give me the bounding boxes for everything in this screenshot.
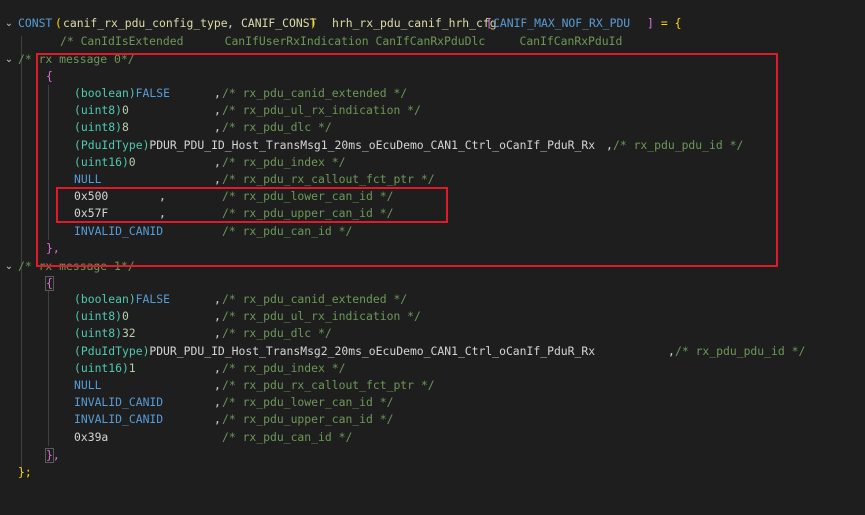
- field-comment: /* rx_pdu_canid_extended */: [222, 292, 408, 306]
- field-comment: /* rx_pdu_ul_rx_indication */: [222, 309, 421, 324]
- close-brace: },: [46, 448, 60, 462]
- assign-open: = {: [654, 16, 682, 30]
- type-cast: (uint16): [74, 360, 129, 375]
- open-brace: {: [46, 276, 53, 290]
- field-value: FALSE: [135, 292, 170, 306]
- separator-comma: ,: [214, 326, 221, 341]
- field-comment: /* rx_pdu_can_id */: [222, 429, 353, 444]
- highlight-box-can-id-range: [56, 187, 448, 223]
- field-comment: /* rx_pdu_lower_can_id */: [222, 395, 394, 410]
- type-cast: (uint8): [74, 326, 123, 341]
- separator-comma: ,: [214, 378, 221, 392]
- chevron-down-icon[interactable]: ⌄: [4, 51, 14, 68]
- type-cast: (PduIdType): [74, 343, 150, 358]
- code-line-field[interactable]: (boolean) FALSE,/* rx_pdu_canid_extended …: [0, 291, 865, 308]
- bracket: [: [486, 16, 493, 30]
- size-macro: CANIF_MAX_NOF_RX_PDU: [493, 16, 631, 30]
- code-line-field[interactable]: (PduIdType) PDUR_PDU_ID_Host_TransMsg2_20…: [0, 343, 865, 360]
- separator-comma: ,: [214, 412, 221, 427]
- highlight-box-message0: [36, 53, 778, 267]
- code-line-field[interactable]: NULL,/* rx_pdu_rx_callout_fct_ptr */: [0, 377, 865, 394]
- code-line-field[interactable]: (uint8) 0,/* rx_pdu_ul_rx_indication */: [0, 308, 865, 325]
- field-comment: /* rx_pdu_pdu_id */: [675, 343, 806, 358]
- keyword-const: CONST: [18, 16, 53, 30]
- field-comment: /* rx_pdu_dlc */: [222, 326, 332, 341]
- bracket: ]: [647, 16, 654, 30]
- header-comment: /* CanIdIsExtended CanIfUserRxIndication…: [60, 34, 623, 48]
- chevron-down-icon[interactable]: ⌄: [4, 15, 14, 32]
- separator-comma: ,: [214, 395, 221, 410]
- code-editor[interactable]: ⌄ CONST ( canif_rx_pdu_config_type , CAN…: [0, 0, 865, 504]
- separator-comma: ,: [668, 343, 675, 358]
- code-line-message1-open[interactable]: {: [0, 275, 865, 292]
- field-value: 0x39a: [74, 429, 109, 444]
- separator-comma: ,: [214, 360, 221, 375]
- field-comment: /* rx_pdu_upper_can_id */: [222, 412, 394, 427]
- const-macro: CANIF_CONST: [241, 16, 317, 30]
- type-cast: (uint8): [74, 309, 123, 324]
- field-value: 0: [121, 309, 129, 324]
- field-value: NULL: [74, 378, 102, 392]
- code-line-closing[interactable]: };: [0, 464, 865, 481]
- comma: ,: [227, 16, 234, 30]
- closing-brace: };: [18, 465, 32, 479]
- field-value: PDUR_PDU_ID_Host_TransMsg2_20ms_oEcuDemo…: [149, 343, 596, 358]
- field-value: 32: [121, 326, 136, 341]
- type-name: canif_rx_pdu_config_type: [63, 16, 228, 30]
- code-line-header-comment[interactable]: /* CanIdIsExtended CanIfUserRxIndication…: [0, 33, 865, 50]
- paren: (: [55, 16, 62, 30]
- code-line-field[interactable]: 0x39a /* rx_pdu_can_id */: [0, 429, 865, 446]
- field-comment: /* rx_pdu_index */: [222, 360, 346, 375]
- chevron-down-icon[interactable]: ⌄: [4, 258, 14, 275]
- field-value: INVALID_CANID: [74, 395, 164, 410]
- field-comment: /* rx_pdu_rx_callout_fct_ptr */: [222, 378, 435, 392]
- separator-comma: ,: [214, 309, 221, 324]
- field-value: INVALID_CANID: [74, 412, 164, 427]
- code-line-field[interactable]: INVALID_CANID,/* rx_pdu_upper_can_id */: [0, 411, 865, 428]
- code-line-message1-close[interactable]: },: [0, 447, 865, 464]
- code-line-field[interactable]: (uint16) 1,/* rx_pdu_index */: [0, 360, 865, 377]
- array-name: hrh_rx_pdu_canif_hrh_cfg: [332, 16, 497, 30]
- code-line-declaration[interactable]: ⌄ CONST ( canif_rx_pdu_config_type , CAN…: [0, 15, 865, 32]
- code-line-field[interactable]: INVALID_CANID,/* rx_pdu_lower_can_id */: [0, 394, 865, 411]
- field-value: 1: [128, 360, 136, 375]
- code-line-field[interactable]: (uint8) 32,/* rx_pdu_dlc */: [0, 325, 865, 342]
- separator-comma: ,: [214, 292, 221, 306]
- type-cast: (boolean): [74, 292, 136, 306]
- paren: ): [310, 16, 317, 30]
